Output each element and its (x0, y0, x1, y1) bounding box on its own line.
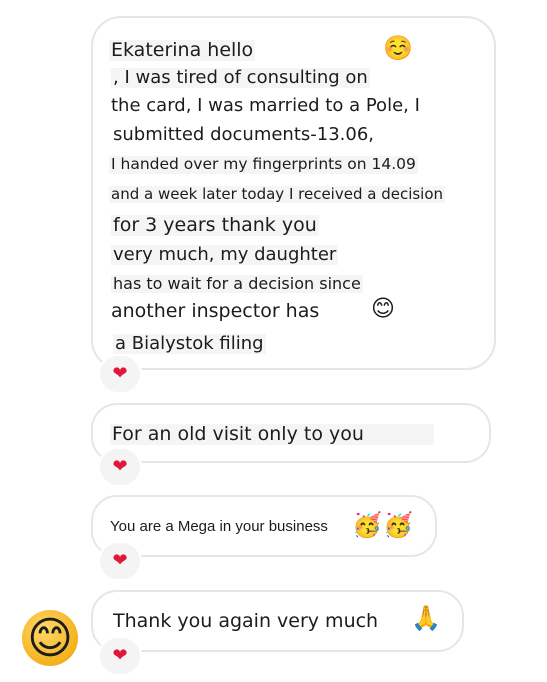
message-line: a Bialystok filing (113, 333, 266, 354)
message-line: the card, I was married to a Pole, I (111, 95, 420, 116)
folded-hands-emoji-icon: 🙏 (411, 604, 441, 632)
message-text: Thank you again very much (113, 610, 379, 632)
message-line: submitted documents-13.06, (113, 124, 375, 145)
heart-icon: ❤ (112, 550, 128, 571)
partying-face-emoji-icon: 🥳 (352, 511, 382, 539)
heart-icon: ❤ (112, 645, 128, 666)
reaction-badge[interactable]: ❤ (100, 638, 140, 674)
reaction-badge[interactable]: ❤ (100, 543, 140, 579)
message-bubble-3[interactable]: You are a Mega in your business 🥳 🥳 (91, 495, 437, 557)
message-text: For an old visit only to you (110, 424, 434, 445)
reaction-badge[interactable]: ❤ (100, 356, 140, 392)
message-bubble-2[interactable]: For an old visit only to you (91, 403, 491, 463)
message-line: and a week later today I received a deci… (109, 185, 446, 203)
message-line: , I was tired of consulting on (111, 67, 370, 88)
message-line: I handed over my fingerprints on 14.09 (109, 155, 418, 174)
smiling-face-icon: 😊 (27, 612, 73, 664)
heart-icon: ❤ (112, 456, 128, 477)
message-bubble-1[interactable]: Ekaterina hello ☺️ , I was tired of cons… (91, 16, 496, 370)
message-text: You are a Mega in your business (110, 518, 328, 535)
message-line: for 3 years thank you (111, 214, 319, 236)
reaction-badge[interactable]: ❤ (100, 449, 140, 485)
message-bubble-4[interactable]: Thank you again very much 🙏 (91, 590, 464, 652)
message-line: Ekaterina hello (109, 39, 256, 61)
message-line: very much, my daughter (111, 244, 339, 265)
smiling-face-emoji-icon: 😊 (371, 296, 395, 322)
partying-face-emoji-icon: 🥳 (383, 511, 413, 539)
message-line: another inspector has (111, 300, 320, 322)
sender-avatar[interactable]: 😊 (22, 610, 78, 666)
message-line: has to wait for a decision since (111, 274, 363, 293)
smiling-face-emoji-icon: ☺️ (383, 34, 413, 62)
heart-icon: ❤ (112, 363, 128, 384)
